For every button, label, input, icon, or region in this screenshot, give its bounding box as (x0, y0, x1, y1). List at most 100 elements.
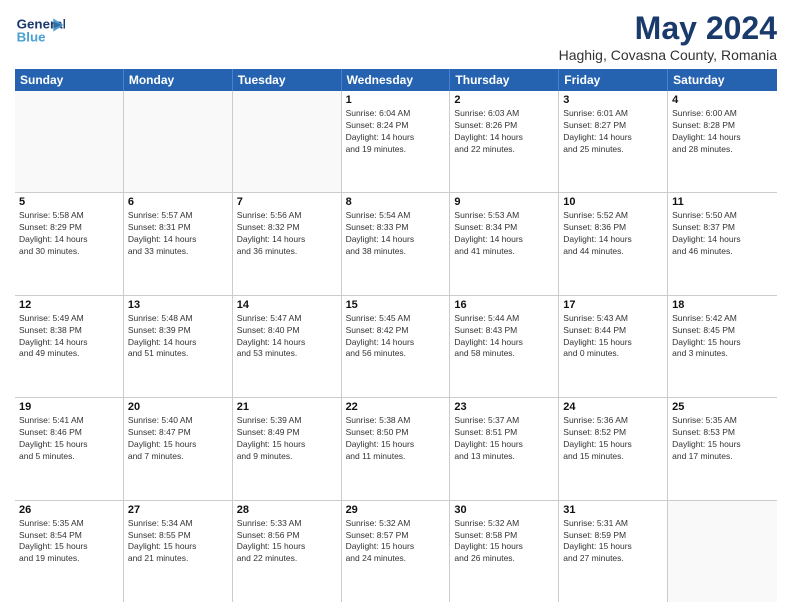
day-number: 20 (128, 401, 228, 413)
day-cell-2: 2Sunrise: 6:03 AM Sunset: 8:26 PM Daylig… (450, 91, 559, 192)
day-cell-13: 13 Sunrise: 5:48 AM Sunset: 8:39 PM Dayli… (124, 296, 233, 397)
week-row-4: 19 Sunrise: 5:41 AM Sunset: 8:46 PM Dayli… (15, 398, 777, 500)
day-info: Sunrise: 5:32 AM Sunset: 8:57 PM Dayligh… (346, 518, 446, 566)
day-info: Sunrise: 5:57 AM Sunset: 8:31 PM Dayligh… (128, 210, 228, 258)
header-day-friday: Friday (559, 69, 668, 91)
day-cell-25: 25 Sunrise: 5:35 AM Sunset: 8:53 PM Dayli… (668, 398, 777, 499)
day-number: 28 (237, 504, 337, 516)
day-info: Sunrise: 5:43 AM Sunset: 8:44 PM Dayligh… (563, 313, 663, 361)
day-info: Sunrise: 5:38 AM Sunset: 8:50 PM Dayligh… (346, 415, 446, 463)
day-number: 11 (672, 196, 773, 208)
header-day-thursday: Thursday (450, 69, 559, 91)
day-info: Sunrise: 5:37 AM Sunset: 8:51 PM Dayligh… (454, 415, 554, 463)
day-number: 22 (346, 401, 446, 413)
day-info: Sunrise: 5:45 AM Sunset: 8:42 PM Dayligh… (346, 313, 446, 361)
logo-icon: General Blue (15, 10, 65, 50)
page: General Blue May 2024 Haghig, Covasna Co… (0, 0, 792, 612)
day-info: Sunrise: 5:35 AM Sunset: 8:54 PM Dayligh… (19, 518, 119, 566)
day-cell-14: 14 Sunrise: 5:47 AM Sunset: 8:40 PM Dayli… (233, 296, 342, 397)
day-info: Sunrise: 5:50 AM Sunset: 8:37 PM Dayligh… (672, 210, 773, 258)
day-cell-29: 29 Sunrise: 5:32 AM Sunset: 8:57 PM Dayli… (342, 501, 451, 602)
day-number: 21 (237, 401, 337, 413)
day-info: Sunrise: 5:48 AM Sunset: 8:39 PM Dayligh… (128, 313, 228, 361)
day-number: 15 (346, 299, 446, 311)
day-number: 12 (19, 299, 119, 311)
day-cell-22: 22 Sunrise: 5:38 AM Sunset: 8:50 PM Dayli… (342, 398, 451, 499)
empty-cell (233, 91, 342, 192)
day-cell-4: 4 Sunrise: 6:00 AM Sunset: 8:28 PM Daylig… (668, 91, 777, 192)
empty-cell (15, 91, 124, 192)
day-number: 10 (563, 196, 663, 208)
day-cell-6: 6 Sunrise: 5:57 AM Sunset: 8:31 PM Daylig… (124, 193, 233, 294)
day-info: Sunrise: 6:01 AM Sunset: 8:27 PM Dayligh… (563, 108, 663, 156)
day-cell-19: 19 Sunrise: 5:41 AM Sunset: 8:46 PM Dayli… (15, 398, 124, 499)
day-info: Sunrise: 5:52 AM Sunset: 8:36 PM Dayligh… (563, 210, 663, 258)
calendar-header: SundayMondayTuesdayWednesdayThursdayFrid… (15, 69, 777, 91)
day-number: 4 (672, 94, 773, 106)
calendar-body: 1Sunrise: 6:04 AM Sunset: 8:24 PM Daylig… (15, 91, 777, 602)
day-cell-11: 11 Sunrise: 5:50 AM Sunset: 8:37 PM Dayli… (668, 193, 777, 294)
header-day-wednesday: Wednesday (342, 69, 451, 91)
day-info: Sunrise: 5:53 AM Sunset: 8:34 PM Dayligh… (454, 210, 554, 258)
logo: General Blue (15, 10, 65, 50)
day-cell-16: 16 Sunrise: 5:44 AM Sunset: 8:43 PM Dayli… (450, 296, 559, 397)
day-cell-12: 12 Sunrise: 5:49 AM Sunset: 8:38 PM Dayli… (15, 296, 124, 397)
main-title: May 2024 (559, 10, 777, 47)
day-number: 25 (672, 401, 773, 413)
day-info: Sunrise: 5:49 AM Sunset: 8:38 PM Dayligh… (19, 313, 119, 361)
day-number: 13 (128, 299, 228, 311)
day-number: 16 (454, 299, 554, 311)
svg-text:Blue: Blue (17, 30, 46, 45)
day-cell-10: 10 Sunrise: 5:52 AM Sunset: 8:36 PM Dayli… (559, 193, 668, 294)
day-cell-26: 26 Sunrise: 5:35 AM Sunset: 8:54 PM Dayli… (15, 501, 124, 602)
day-info: Sunrise: 5:56 AM Sunset: 8:32 PM Dayligh… (237, 210, 337, 258)
header-day-tuesday: Tuesday (233, 69, 342, 91)
day-info: Sunrise: 5:47 AM Sunset: 8:40 PM Dayligh… (237, 313, 337, 361)
title-block: May 2024 Haghig, Covasna County, Romania (559, 10, 777, 63)
day-number: 23 (454, 401, 554, 413)
day-cell-24: 24Sunrise: 5:36 AM Sunset: 8:52 PM Dayli… (559, 398, 668, 499)
day-number: 5 (19, 196, 119, 208)
week-row-1: 1Sunrise: 6:04 AM Sunset: 8:24 PM Daylig… (15, 91, 777, 193)
day-info: Sunrise: 5:54 AM Sunset: 8:33 PM Dayligh… (346, 210, 446, 258)
day-cell-3: 3 Sunrise: 6:01 AM Sunset: 8:27 PM Daylig… (559, 91, 668, 192)
day-cell-30: 30 Sunrise: 5:32 AM Sunset: 8:58 PM Dayli… (450, 501, 559, 602)
day-cell-17: 17 Sunrise: 5:43 AM Sunset: 8:44 PM Dayli… (559, 296, 668, 397)
day-cell-23: 23 Sunrise: 5:37 AM Sunset: 8:51 PM Dayli… (450, 398, 559, 499)
day-info: Sunrise: 5:41 AM Sunset: 8:46 PM Dayligh… (19, 415, 119, 463)
day-info: Sunrise: 5:35 AM Sunset: 8:53 PM Dayligh… (672, 415, 773, 463)
day-number: 3 (563, 94, 663, 106)
header-day-monday: Monday (124, 69, 233, 91)
day-number: 17 (563, 299, 663, 311)
day-number: 9 (454, 196, 554, 208)
day-info: Sunrise: 5:44 AM Sunset: 8:43 PM Dayligh… (454, 313, 554, 361)
day-info: Sunrise: 5:32 AM Sunset: 8:58 PM Dayligh… (454, 518, 554, 566)
header-day-sunday: Sunday (15, 69, 124, 91)
day-info: Sunrise: 5:58 AM Sunset: 8:29 PM Dayligh… (19, 210, 119, 258)
day-number: 27 (128, 504, 228, 516)
day-number: 30 (454, 504, 554, 516)
day-number: 26 (19, 504, 119, 516)
day-cell-15: 15 Sunrise: 5:45 AM Sunset: 8:42 PM Dayli… (342, 296, 451, 397)
day-info: Sunrise: 5:34 AM Sunset: 8:55 PM Dayligh… (128, 518, 228, 566)
day-number: 19 (19, 401, 119, 413)
day-info: Sunrise: 6:03 AM Sunset: 8:26 PM Dayligh… (454, 108, 554, 156)
day-cell-28: 28Sunrise: 5:33 AM Sunset: 8:56 PM Dayli… (233, 501, 342, 602)
day-cell-31: 31 Sunrise: 5:31 AM Sunset: 8:59 PM Dayli… (559, 501, 668, 602)
day-cell-7: 7Sunrise: 5:56 AM Sunset: 8:32 PM Daylig… (233, 193, 342, 294)
day-number: 31 (563, 504, 663, 516)
day-info: Sunrise: 5:31 AM Sunset: 8:59 PM Dayligh… (563, 518, 663, 566)
header: General Blue May 2024 Haghig, Covasna Co… (15, 10, 777, 63)
day-number: 6 (128, 196, 228, 208)
day-cell-9: 9 Sunrise: 5:53 AM Sunset: 8:34 PM Daylig… (450, 193, 559, 294)
day-number: 8 (346, 196, 446, 208)
week-row-2: 5 Sunrise: 5:58 AM Sunset: 8:29 PM Daylig… (15, 193, 777, 295)
day-number: 18 (672, 299, 773, 311)
day-number: 14 (237, 299, 337, 311)
day-info: Sunrise: 6:00 AM Sunset: 8:28 PM Dayligh… (672, 108, 773, 156)
subtitle: Haghig, Covasna County, Romania (559, 47, 777, 63)
header-day-saturday: Saturday (668, 69, 777, 91)
day-number: 29 (346, 504, 446, 516)
week-row-3: 12 Sunrise: 5:49 AM Sunset: 8:38 PM Dayli… (15, 296, 777, 398)
day-cell-1: 1Sunrise: 6:04 AM Sunset: 8:24 PM Daylig… (342, 91, 451, 192)
